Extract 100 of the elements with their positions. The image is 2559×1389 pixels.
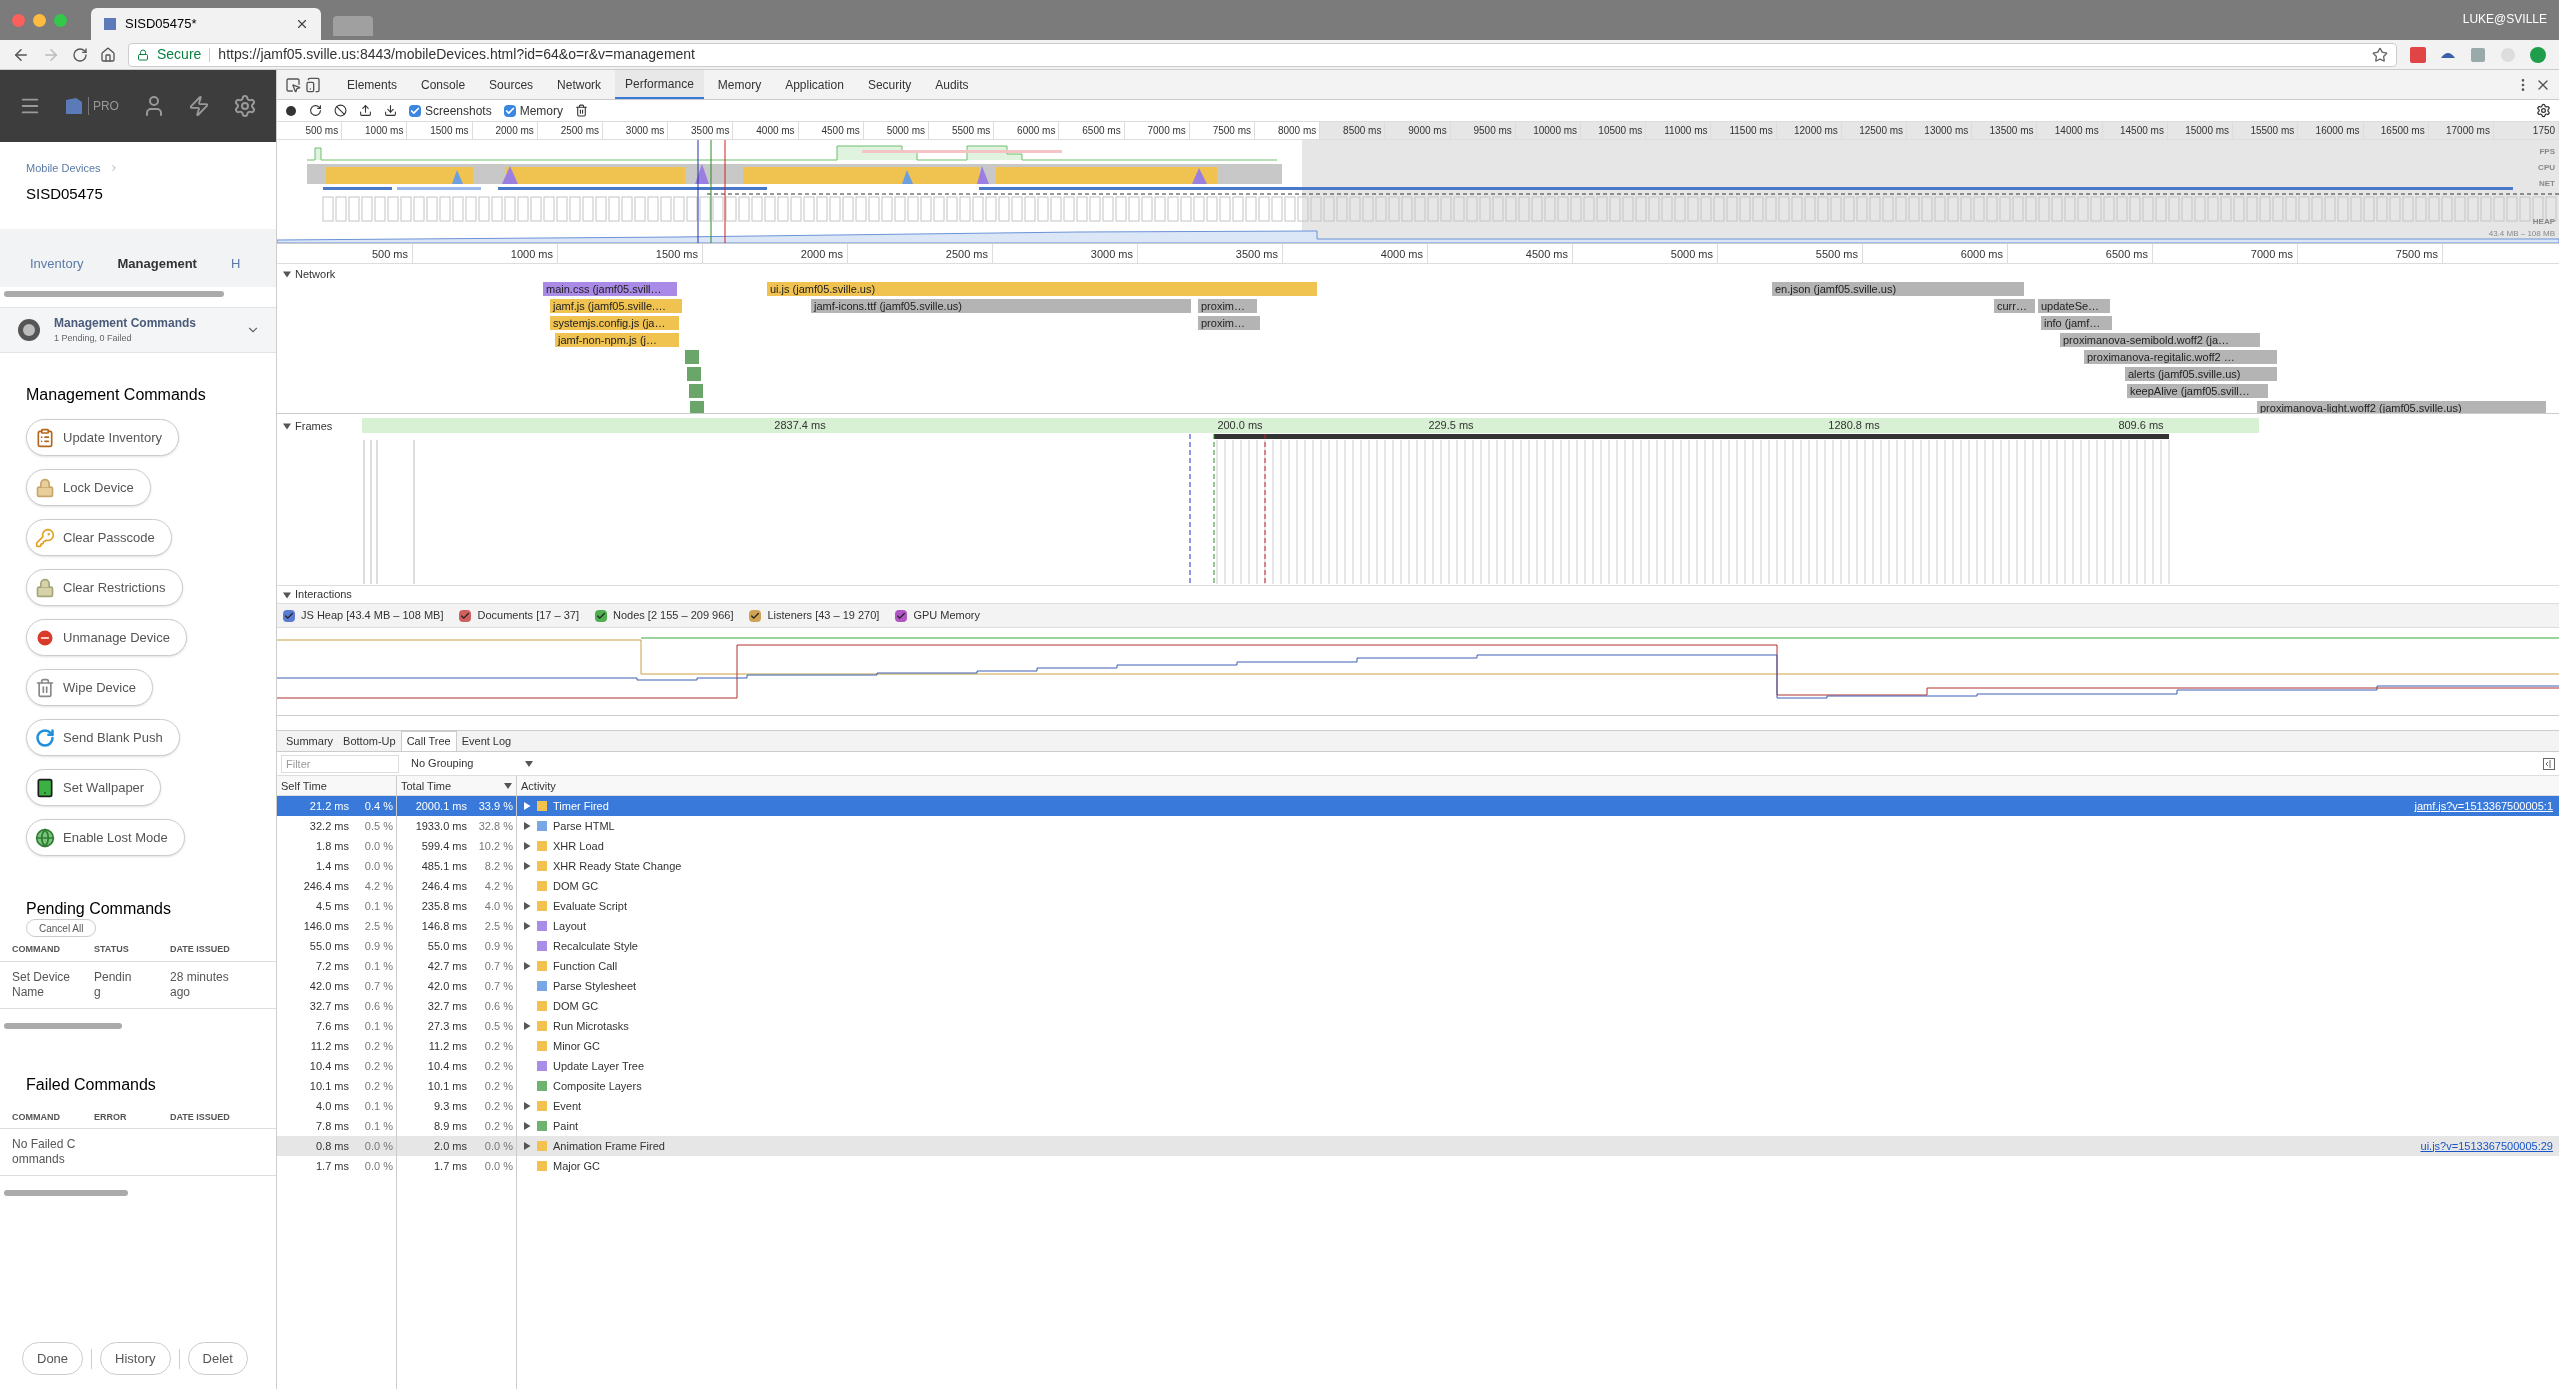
bolt-icon[interactable] — [188, 95, 211, 117]
expand-triangle-icon[interactable] — [523, 902, 531, 910]
network-request-bar[interactable]: proximanova-semibold.woff2 (ja… — [2060, 333, 2260, 347]
command-button[interactable]: Update Inventory — [26, 419, 179, 456]
devtools-tab[interactable]: Network — [547, 70, 612, 99]
filter-field[interactable]: Filter — [281, 754, 399, 773]
clear-icon[interactable] — [334, 104, 347, 117]
call-tree-row[interactable]: 4.0 ms 0.1 % 9.3 ms 0.2 % Event — [277, 1096, 2559, 1116]
network-request-bar[interactable]: curr… — [1994, 299, 2035, 313]
network-request-bar[interactable]: updateSe… — [2038, 299, 2110, 313]
scrollbar-thumb[interactable] — [4, 291, 224, 297]
network-request-bar[interactable]: info (jamf… — [2041, 316, 2112, 330]
collapse-triangle-icon[interactable] — [283, 590, 291, 599]
collapse-triangle-icon[interactable] — [283, 270, 291, 279]
devtools-tab[interactable]: Security — [857, 70, 922, 99]
counter-checkbox[interactable] — [595, 609, 607, 622]
expand-triangle-icon[interactable] — [523, 862, 531, 870]
footer-button[interactable]: History — [100, 1342, 171, 1375]
command-button[interactable]: Clear Passcode — [26, 519, 172, 556]
user-name[interactable]: LUKE@SVILLE — [2462, 10, 2547, 28]
inspect-icon[interactable] — [285, 76, 301, 93]
command-button[interactable]: Clear Restrictions — [26, 569, 183, 606]
call-tree-row[interactable]: 1.4 ms 0.0 % 485.1 ms 8.2 % XHR Ready State Change — [277, 856, 2559, 876]
network-request-bar[interactable]: proximanova-regitalic.woff2 … — [2084, 350, 2277, 364]
call-tree-row[interactable]: 1.7 ms 0.0 % 1.7 ms 0.0 % Major GC — [277, 1156, 2559, 1176]
call-tree-row[interactable]: 4.5 ms 0.1 % 235.8 ms 4.0 % Evaluate Script — [277, 896, 2559, 916]
section-tab[interactable]: Inventory — [30, 253, 84, 287]
panel-tab[interactable]: Summary — [281, 731, 339, 751]
network-request-bar[interactable]: en.json (jamf05.sville.us) — [1772, 282, 2024, 296]
browser-tab[interactable]: SISD05475* — [91, 8, 321, 40]
source-link[interactable]: jamf.js?v=1513367500005:1 — [2414, 797, 2553, 815]
call-tree-row[interactable]: 10.4 ms 0.2 % 10.4 ms 0.2 % Update Layer Tree — [277, 1056, 2559, 1076]
call-tree-row[interactable]: 32.2 ms 0.5 % 1933.0 ms 32.8 % Parse HTML — [277, 816, 2559, 836]
footer-button[interactable]: Done — [22, 1342, 84, 1375]
devtools-tab[interactable]: Sources — [479, 70, 544, 99]
call-tree-row[interactable]: 55.0 ms 0.9 % 55.0 ms 0.9 % Recalculate Style — [277, 936, 2559, 956]
network-request-bar[interactable]: proximanova-light.woff2 (jamf05.sville.us) — [2257, 401, 2546, 413]
section-tab[interactable]: H — [230, 253, 241, 287]
call-tree-row[interactable]: 42.0 ms 0.7 % 42.0 ms 0.7 % Parse Stylesheet — [277, 976, 2559, 996]
settings-icon[interactable] — [2536, 103, 2551, 118]
expand-triangle-icon[interactable] — [523, 1142, 531, 1150]
device-mode-icon[interactable] — [305, 76, 321, 93]
call-tree-row[interactable]: 246.4 ms 4.2 % 246.4 ms 4.2 % DOM GC — [277, 876, 2559, 896]
command-button[interactable]: Unmanage Device — [26, 619, 187, 656]
expand-triangle-icon[interactable] — [523, 962, 531, 970]
expand-triangle-icon[interactable] — [523, 842, 531, 850]
expand-triangle-icon[interactable] — [523, 822, 531, 830]
devtools-tab[interactable]: Audits — [925, 70, 979, 99]
extension-icon[interactable] — [2409, 45, 2427, 64]
collapse-triangle-icon[interactable] — [283, 422, 291, 431]
record-icon[interactable] — [285, 104, 297, 117]
command-button[interactable]: Wipe Device — [26, 669, 153, 706]
network-request-bar[interactable]: jamf.js (jamf05.sville.… — [550, 299, 682, 313]
call-tree-row[interactable]: 10.1 ms 0.2 % 10.1 ms 0.2 % Composite Layers — [277, 1076, 2559, 1096]
call-tree-row[interactable]: 21.2 ms 0.4 % 2000.1 ms 33.9 % Timer Fired jamf.js?v=1513367500005:1 — [277, 796, 2559, 816]
call-tree-row[interactable]: 7.6 ms 0.1 % 27.3 ms 0.5 % Run Microtasks — [277, 1016, 2559, 1036]
bookmark-star-icon[interactable] — [2372, 46, 2388, 63]
checkbox[interactable] — [503, 104, 516, 117]
call-tree-row[interactable]: 7.8 ms 0.1 % 8.9 ms 0.2 % Paint — [277, 1116, 2559, 1136]
panel-tab[interactable]: Event Log — [456, 731, 517, 751]
address-field[interactable]: Secure https://jamf05.sville.us:8443/mobileDevices.html?id=64&o=r&v=management — [128, 42, 2397, 67]
network-request-bar[interactable]: keepAlive (jamf05.svill… — [2127, 384, 2268, 398]
counter-checkbox[interactable] — [895, 609, 908, 622]
network-request-bar[interactable]: jamf-icons.ttf (jamf05.sville.us) — [811, 299, 1191, 313]
network-request-bar[interactable]: ui.js (jamf05.sville.us) — [767, 282, 1317, 296]
sidebar-toggle-icon[interactable] — [2543, 757, 2555, 770]
reload-icon[interactable] — [72, 46, 88, 63]
call-tree-row[interactable]: 11.2 ms 0.2 % 11.2 ms 0.2 % Minor GC — [277, 1036, 2559, 1056]
column-header[interactable]: Activity — [517, 776, 2559, 796]
panel-tab[interactable]: Bottom-Up — [338, 731, 401, 751]
command-button[interactable]: Set Wallpaper — [26, 769, 162, 806]
close-icon[interactable] — [295, 17, 309, 31]
breadcrumb-link[interactable]: Mobile Devices — [26, 160, 101, 177]
panel-tab[interactable]: Call Tree — [400, 731, 457, 751]
checkbox[interactable] — [409, 104, 421, 117]
network-request-bar[interactable]: proxim… — [1198, 316, 1260, 330]
devtools-tab[interactable]: Console — [411, 70, 476, 99]
call-tree-row[interactable]: 7.2 ms 0.1 % 42.7 ms 0.7 % Function Call — [277, 956, 2559, 976]
expand-triangle-icon[interactable] — [523, 1022, 531, 1030]
network-request-bar[interactable]: main.css (jamf05.svill… — [543, 282, 677, 296]
network-request-bar[interactable]: systemjs.config.js (ja… — [550, 316, 679, 330]
devtools-tab[interactable]: Application — [775, 70, 854, 99]
grouping-dropdown[interactable]: No Grouping — [407, 754, 537, 773]
commands-accordion[interactable]: Management Commands 1 Pending, 0 Failed — [0, 307, 276, 353]
home-icon[interactable] — [100, 46, 116, 63]
command-button[interactable]: Enable Lost Mode — [26, 819, 185, 856]
counter-checkbox[interactable] — [459, 609, 472, 622]
scrollbar-thumb[interactable] — [4, 1022, 122, 1029]
download-icon[interactable] — [384, 104, 397, 117]
devtools-tab[interactable]: Memory — [707, 70, 772, 99]
upload-icon[interactable] — [359, 104, 372, 117]
expand-triangle-icon[interactable] — [523, 922, 531, 930]
call-tree-row[interactable]: 146.0 ms 2.5 % 146.8 ms 2.5 % Layout — [277, 916, 2559, 936]
minimize-window-icon[interactable] — [33, 13, 46, 27]
trash-icon[interactable] — [575, 104, 589, 117]
extension-icon[interactable] — [2529, 45, 2547, 64]
expand-triangle-icon[interactable] — [523, 1122, 531, 1130]
section-tab[interactable]: Management — [117, 253, 197, 287]
expand-triangle-icon[interactable] — [523, 802, 531, 810]
expand-triangle-icon[interactable] — [523, 1102, 531, 1110]
